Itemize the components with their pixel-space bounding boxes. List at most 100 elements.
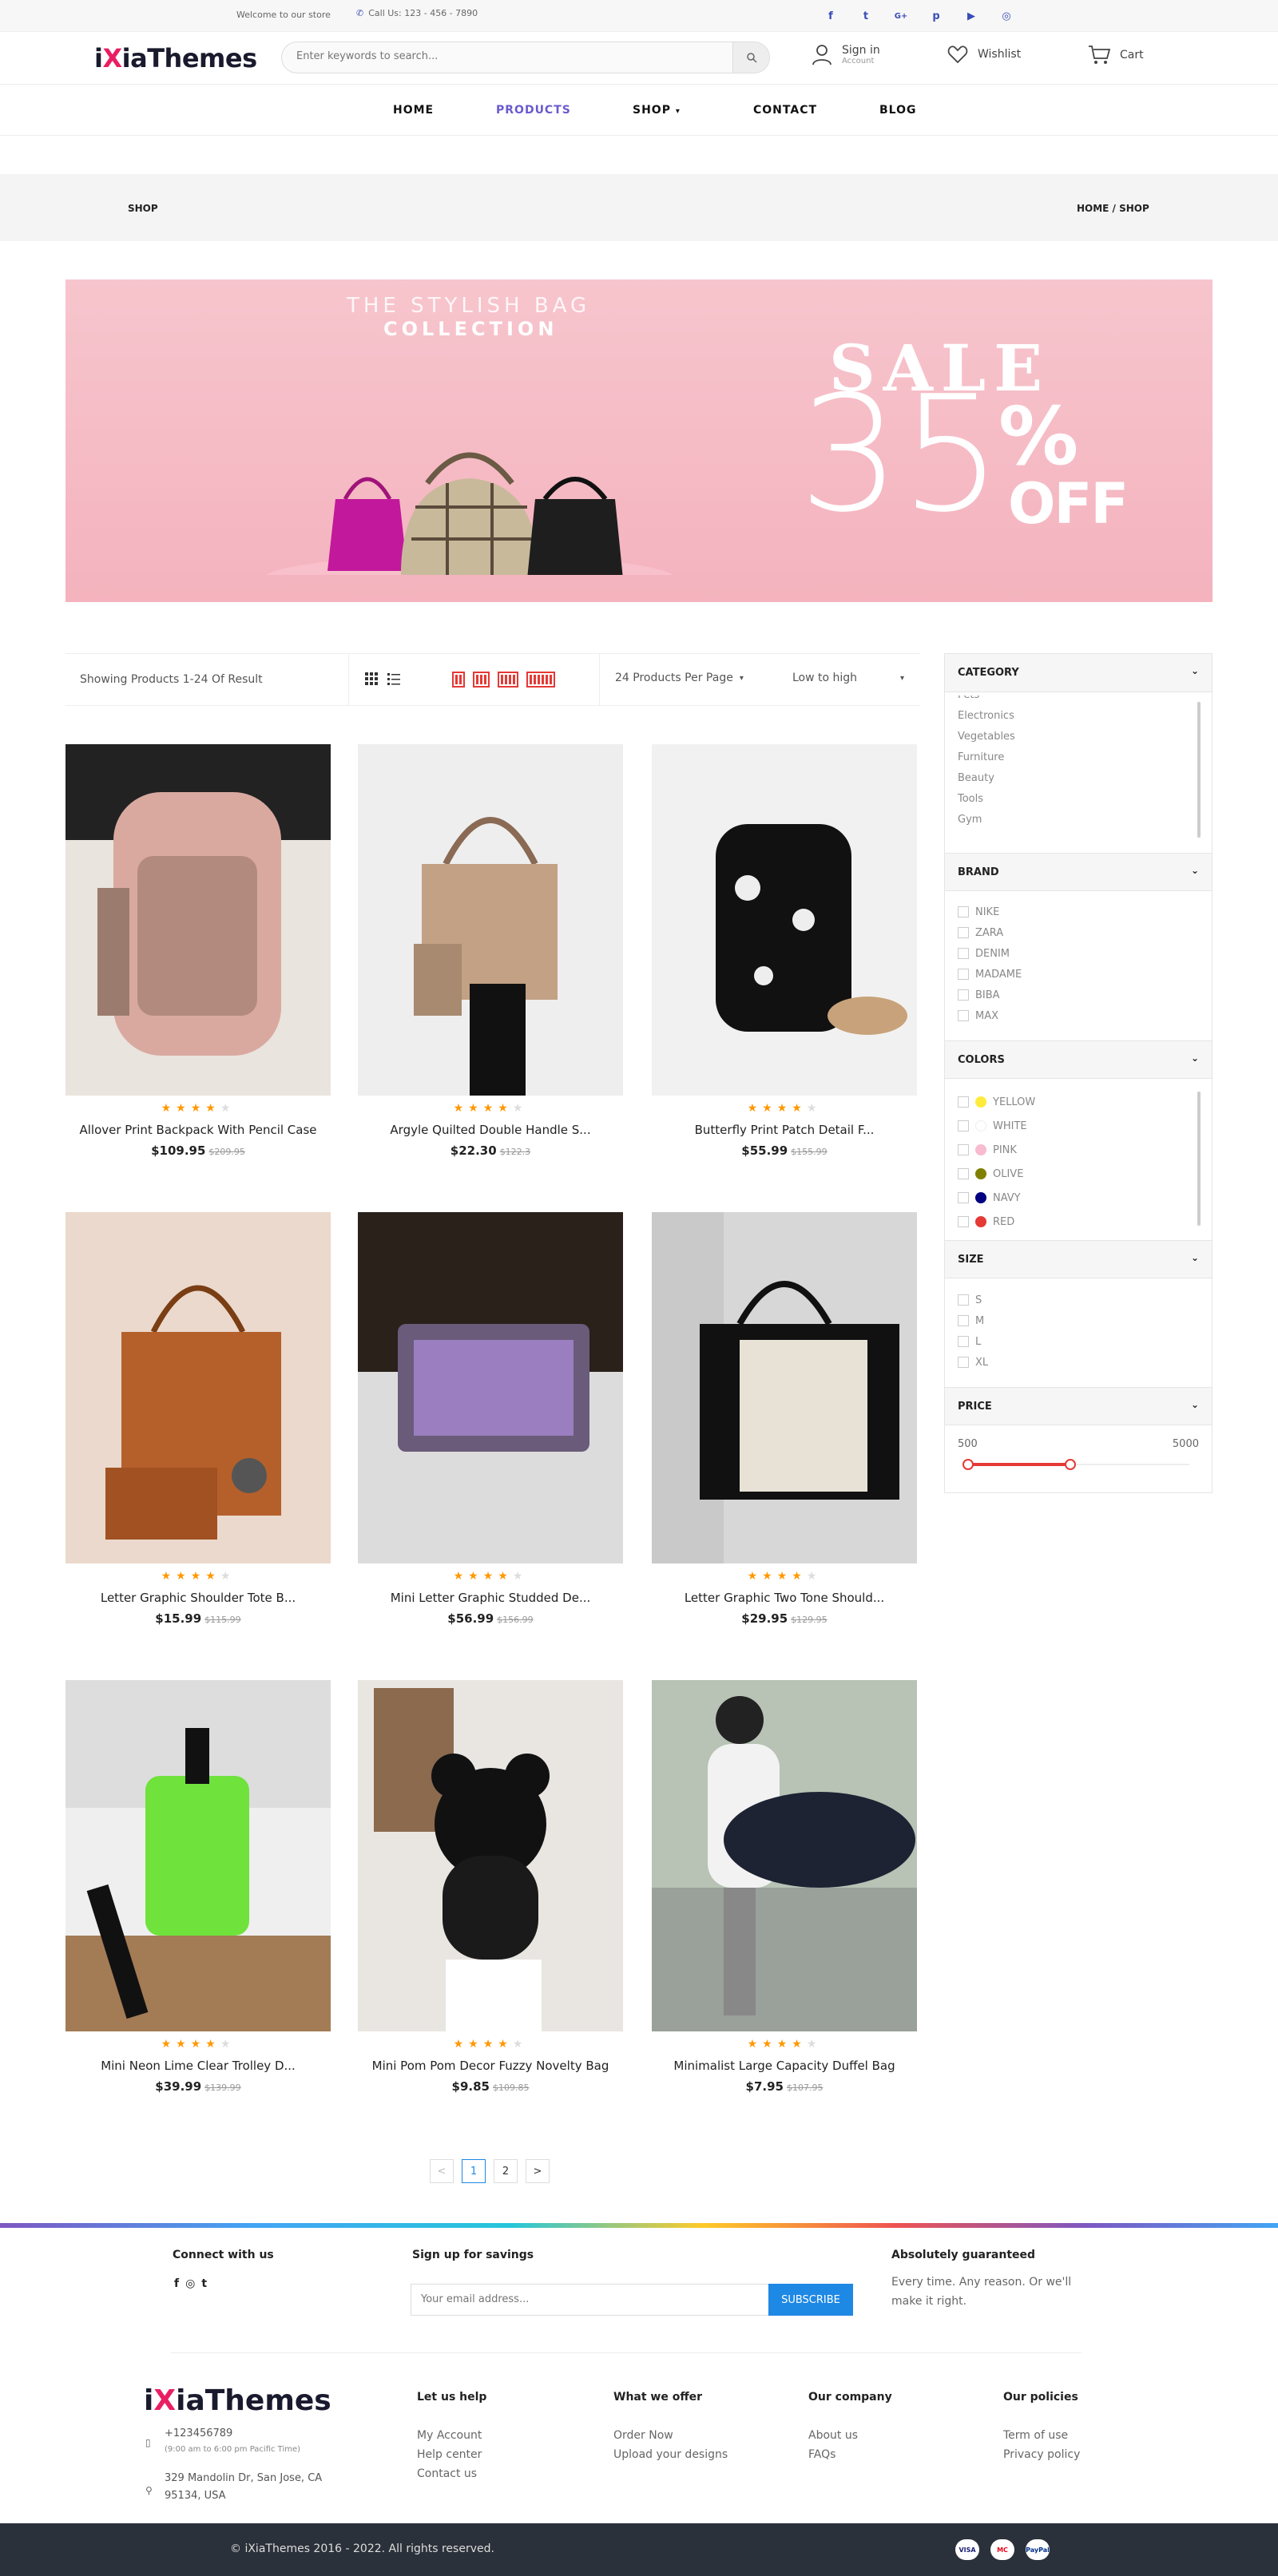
color-option[interactable]: NAVY — [958, 1186, 1035, 1210]
product-name[interactable]: Mini Neon Lime Clear Trolley D... — [65, 2059, 331, 2073]
search-button[interactable] — [732, 42, 769, 73]
product-name[interactable]: Allover Print Backpack With Pencil Case — [65, 1123, 331, 1137]
product-name[interactable]: Butterfly Print Patch Detail F... — [652, 1123, 917, 1137]
columns-2-icon[interactable] — [452, 672, 465, 688]
category-scrollbar[interactable] — [1197, 702, 1201, 838]
next-page-button[interactable]: > — [526, 2159, 550, 2183]
nav-shop[interactable]: SHOP ▾ — [633, 104, 681, 117]
footer-link[interactable]: Help center — [417, 2445, 482, 2464]
color-option[interactable]: OLIVE — [958, 1162, 1035, 1186]
color-option[interactable]: PINK — [958, 1138, 1035, 1162]
price-slider-min-handle[interactable] — [962, 1459, 974, 1470]
product-name[interactable]: Letter Graphic Two Tone Should... — [652, 1591, 917, 1605]
instagram-icon[interactable]: ◎ — [998, 8, 1014, 24]
color-option[interactable]: WHITE — [958, 1114, 1035, 1138]
color-option[interactable]: RED — [958, 1210, 1035, 1234]
checkbox[interactable] — [958, 948, 969, 959]
product-image[interactable] — [652, 1212, 917, 1563]
twitter-icon[interactable]: t — [201, 2277, 207, 2290]
product-name[interactable]: Mini Letter Graphic Studded De... — [358, 1591, 623, 1605]
product-card[interactable]: ★★★★★ Minimalist Large Capacity Duffel Ba… — [652, 1680, 917, 2127]
category-item[interactable]: Pets — [958, 696, 1015, 705]
grid-view-icon[interactable] — [364, 672, 379, 686]
product-image[interactable] — [65, 1212, 331, 1563]
checkbox[interactable] — [958, 1357, 969, 1368]
nav-products[interactable]: PRODUCTS — [496, 104, 571, 117]
checkbox[interactable] — [958, 1144, 969, 1155]
product-image[interactable] — [358, 744, 623, 1096]
nav-home[interactable]: HOME — [393, 104, 434, 117]
product-card[interactable]: ★★★★★ Letter Graphic Shoulder Tote B... $1… — [65, 1212, 331, 1659]
footer-link[interactable]: About us — [808, 2426, 858, 2445]
product-card[interactable]: ★★★★★ Letter Graphic Two Tone Should... $2… — [652, 1212, 917, 1659]
footer-link[interactable]: FAQs — [808, 2445, 835, 2464]
checkbox[interactable] — [958, 1010, 969, 1021]
subscribe-button[interactable]: SUBSCRIBE — [768, 2284, 853, 2316]
footer-link[interactable]: Order Now — [613, 2426, 673, 2445]
footer-link[interactable]: My Account — [417, 2426, 482, 2445]
brand-option[interactable]: MADAME — [958, 964, 1022, 985]
per-page-select[interactable]: 24 Products Per Page ▾ — [615, 672, 744, 684]
facebook-icon[interactable]: f — [174, 2277, 179, 2290]
twitter-icon[interactable]: t — [858, 8, 874, 24]
category-header[interactable]: CATEGORY ⌄ — [945, 654, 1212, 692]
colors-scrollbar[interactable] — [1197, 1092, 1201, 1226]
checkbox[interactable] — [958, 927, 969, 938]
email-input[interactable] — [421, 2293, 740, 2305]
signin-link[interactable]: Sign in Account — [812, 43, 880, 65]
logo[interactable]: iXiaThemes — [94, 43, 257, 73]
color-option[interactable]: YELLOW — [958, 1090, 1035, 1114]
prev-page-button[interactable]: < — [430, 2159, 454, 2183]
checkbox[interactable] — [958, 1294, 969, 1306]
youtube-icon[interactable]: ▶ — [963, 8, 979, 24]
category-item[interactable]: Gym — [958, 809, 1015, 830]
sort-select[interactable]: Low to high ▾ — [792, 672, 904, 684]
category-item[interactable]: Furniture — [958, 747, 1015, 767]
product-card[interactable]: ★★★★★ Mini Pom Pom Decor Fuzzy Novelty Ba… — [358, 1680, 623, 2127]
search-input[interactable] — [296, 50, 712, 62]
product-image[interactable] — [358, 1212, 623, 1563]
brand-option[interactable]: MAX — [958, 1005, 1022, 1026]
category-item[interactable]: Beauty — [958, 767, 1015, 788]
brand-option[interactable]: BIBA — [958, 985, 1022, 1005]
brand-option[interactable]: NIKE — [958, 902, 1022, 922]
category-item[interactable]: Electronics — [958, 705, 1015, 726]
footer-logo[interactable]: iXiaThemes — [144, 2384, 331, 2417]
breadcrumb-path[interactable]: HOME / SHOP — [1077, 203, 1149, 214]
checkbox[interactable] — [958, 969, 969, 980]
category-item[interactable]: Vegetables — [958, 726, 1015, 747]
colors-header[interactable]: COLORS ⌄ — [945, 1040, 1212, 1079]
facebook-icon[interactable]: f — [823, 8, 839, 24]
checkbox[interactable] — [958, 906, 969, 917]
product-card[interactable]: ★★★★★ Mini Letter Graphic Studded De... $5… — [358, 1212, 623, 1659]
brand-option[interactable]: ZARA — [958, 922, 1022, 943]
product-name[interactable]: Minimalist Large Capacity Duffel Bag — [652, 2059, 917, 2073]
product-card[interactable]: ★★★★★ Allover Print Backpack With Pencil … — [65, 744, 331, 1191]
footer-link[interactable]: Term of use — [1003, 2426, 1068, 2445]
product-card[interactable]: ★★★★★ Butterfly Print Patch Detail F... $5… — [652, 744, 917, 1191]
instagram-icon[interactable]: ◎ — [185, 2277, 195, 2290]
price-slider-max-handle[interactable] — [1065, 1459, 1076, 1470]
product-image[interactable] — [65, 1680, 331, 2031]
category-item[interactable]: Tools — [958, 788, 1015, 809]
size-option[interactable]: S — [958, 1290, 988, 1310]
google-plus-icon[interactable]: G+ — [893, 8, 909, 24]
list-view-icon[interactable] — [387, 672, 401, 686]
product-name[interactable]: Argyle Quilted Double Handle S... — [358, 1123, 623, 1137]
nav-contact[interactable]: CONTACT — [753, 104, 817, 117]
cart-link[interactable]: Cart — [1088, 45, 1144, 65]
size-header[interactable]: SIZE ⌄ — [945, 1240, 1212, 1278]
checkbox[interactable] — [958, 1192, 969, 1203]
product-name[interactable]: Mini Pom Pom Decor Fuzzy Novelty Bag — [358, 2059, 623, 2073]
product-image[interactable] — [652, 1680, 917, 2031]
wishlist-link[interactable]: Wishlist — [947, 45, 1021, 64]
nav-blog[interactable]: BLOG — [879, 104, 917, 117]
columns-4-icon[interactable] — [498, 672, 518, 688]
price-header[interactable]: PRICE ⌄ — [945, 1387, 1212, 1425]
size-option[interactable]: L — [958, 1331, 988, 1352]
promo-banner[interactable]: THE STYLISH BAG COLLECTION SALE 35 % OFF — [65, 279, 1213, 602]
pinterest-icon[interactable]: p — [928, 8, 944, 24]
page-2-button[interactable]: 2 — [494, 2159, 518, 2183]
page-1-button[interactable]: 1 — [462, 2159, 486, 2183]
brand-header[interactable]: BRAND ⌄ — [945, 853, 1212, 891]
